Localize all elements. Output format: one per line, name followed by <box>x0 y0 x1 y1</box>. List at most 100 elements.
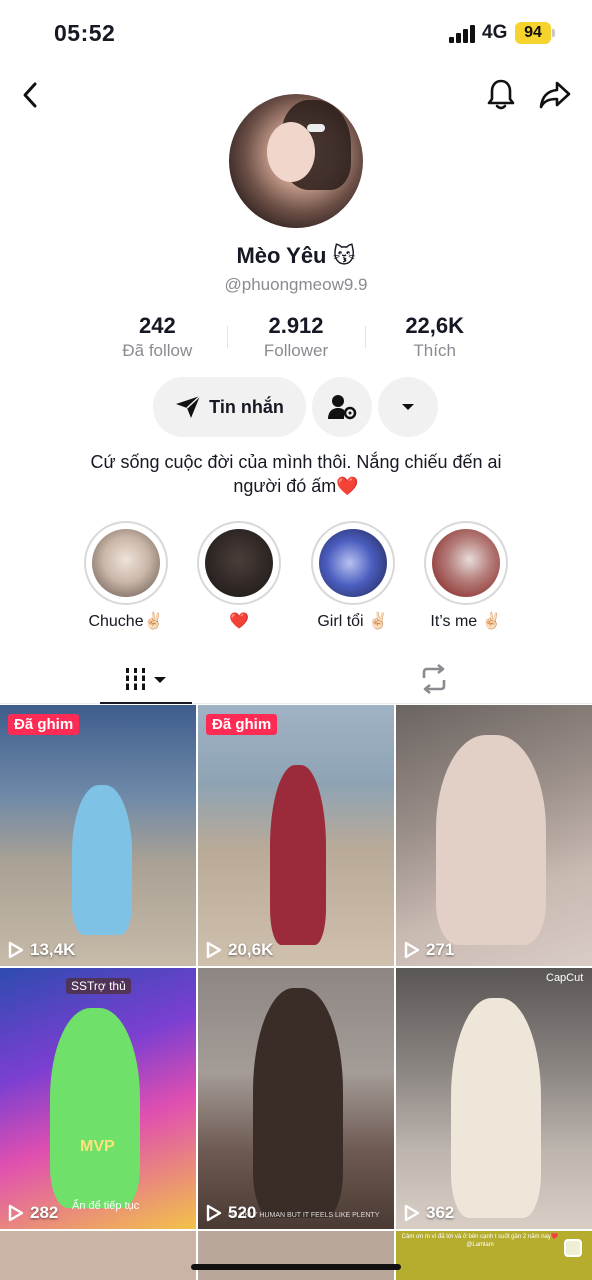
battery-tip <box>552 29 555 37</box>
bell-icon <box>487 79 515 110</box>
view-count: 20,6K <box>206 940 273 960</box>
view-count: 13,4K <box>8 940 75 960</box>
view-count-value: 271 <box>426 940 455 959</box>
battery-icon: 94 <box>515 22 551 44</box>
avatar-hairclip <box>307 124 325 132</box>
view-count-value: 20,6K <box>228 940 274 959</box>
repost-icon <box>422 664 446 694</box>
stat-followers[interactable]: 2.912 Follower <box>226 312 366 364</box>
user-settings-icon <box>328 395 357 420</box>
network-type: 4G <box>482 22 508 43</box>
send-icon <box>176 395 201 418</box>
multi-photo-icon <box>564 1239 582 1257</box>
view-count-value: 520 <box>228 1203 257 1222</box>
highlight-label: Girl tổi ✌🏻 <box>317 613 388 630</box>
status-time: 05:52 <box>54 20 116 46</box>
highlight-ring <box>197 521 282 605</box>
view-count: 282 <box>8 1203 58 1223</box>
highlight-cover <box>92 529 160 597</box>
grid-filter-icon <box>124 668 166 690</box>
message-button-label: Tin nhắn <box>209 396 284 417</box>
active-tab-indicator <box>100 702 192 704</box>
signal-icon <box>449 25 477 43</box>
chevron-left-icon <box>23 82 37 108</box>
play-outline-icon <box>206 1204 222 1222</box>
video-thumbnail[interactable]: I'M ONLY HUMAN BUT IT FEELS LIKE PLENTY … <box>198 968 394 1229</box>
avatar[interactable] <box>229 94 363 228</box>
view-count-value: 282 <box>30 1203 59 1222</box>
highlight-girl-toi[interactable]: Girl tổi ✌🏻 <box>303 521 403 633</box>
stat-value: 22,6K <box>405 313 465 338</box>
thumbnail-subject <box>270 765 326 945</box>
highlight-chuche[interactable]: Chuche✌🏻 <box>76 521 176 633</box>
overlay-mvp-text: MVP <box>80 1138 115 1155</box>
overlay-bottom-text: Ấn để tiếp tục <box>72 1200 140 1212</box>
highlight-cover <box>431 529 500 597</box>
highlight-label: ❤️ <box>229 613 250 630</box>
pinned-badge: Đã ghim <box>206 714 278 735</box>
caret-down-icon <box>402 404 414 410</box>
view-count-value: 13,4K <box>30 940 76 959</box>
pinned-badge: Đã ghim <box>8 714 80 735</box>
play-outline-icon <box>8 941 24 959</box>
username: @phuongmeow9.9 <box>224 275 368 294</box>
video-grid-partial-row: Cảm ơn m vì đã tới và ở bên cạnh t suốt … <box>0 1231 592 1280</box>
bio-line: người đó ấm❤️ <box>233 476 359 496</box>
more-options-button[interactable] <box>378 377 438 437</box>
status-bar: 05:52 4G 94 <box>0 0 592 66</box>
highlight-ring <box>84 521 168 605</box>
profile-stats: 242 Đã follow 2.912 Follower 22,6K Thích <box>88 312 504 364</box>
video-thumbnail[interactable]: Đã ghim 20,6K <box>198 705 394 966</box>
highlight-label: Chuche✌🏻 <box>88 613 164 630</box>
thumbnail-subject <box>50 1008 140 1208</box>
thumbnail-subject <box>253 988 343 1218</box>
thumbnail-subject <box>451 998 541 1218</box>
back-button[interactable] <box>14 78 46 112</box>
thumbnail-subject <box>436 735 546 945</box>
stat-label: Follower <box>263 341 329 360</box>
view-count: 271 <box>404 940 454 960</box>
video-thumbnail[interactable]: Đã ghim 13,4K <box>0 705 196 966</box>
notification-button[interactable] <box>484 76 518 114</box>
stat-value: 2.912 <box>268 313 324 338</box>
video-grid: Đã ghim 13,4K Đã ghim 20,6K 271 SSTrợ th… <box>0 705 592 1229</box>
view-count: 362 <box>404 1203 454 1223</box>
play-outline-icon <box>404 1204 420 1222</box>
share-button[interactable] <box>536 78 574 112</box>
highlight-its-me[interactable]: It’s me ✌🏻 <box>416 521 516 633</box>
profile-tabs <box>0 654 592 704</box>
message-button[interactable]: Tin nhắn <box>153 377 306 437</box>
video-thumbnail[interactable] <box>0 1231 196 1280</box>
tab-videos[interactable] <box>96 654 196 704</box>
highlight-ring <box>423 521 508 605</box>
story-highlights: Chuche✌🏻 ❤️ Girl tổi ✌🏻 It’s me ✌🏻 <box>76 521 516 633</box>
highlight-cover <box>205 529 274 597</box>
capcut-watermark: CapCut <box>546 972 584 984</box>
play-outline-icon <box>8 1204 24 1222</box>
video-caption: Cảm ơn m vì đã tới và ở bên cạnh t suốt … <box>401 1234 559 1248</box>
highlight-heart[interactable]: ❤️ <box>189 521 289 633</box>
stat-likes[interactable]: 22,6K Thích <box>365 312 504 364</box>
video-thumbnail[interactable] <box>198 1231 394 1280</box>
follow-settings-button[interactable] <box>312 377 372 437</box>
tab-reposts[interactable] <box>384 654 484 704</box>
stat-value: 242 <box>138 313 176 338</box>
display-name: Mèo Yêu 😽 <box>236 243 356 268</box>
highlight-cover <box>318 529 387 597</box>
video-thumbnail[interactable]: CapCut 362 <box>396 968 592 1229</box>
play-outline-icon <box>206 941 222 959</box>
video-thumbnail[interactable]: SSTrợ thủ MVP Ấn để tiếp tục 282 <box>0 968 196 1229</box>
stat-following[interactable]: 242 Đã follow <box>88 312 227 364</box>
bio-line: Cứ sống cuộc đời của mình thôi. Nắng chi… <box>90 452 502 472</box>
video-thumbnail[interactable]: 271 <box>396 705 592 966</box>
stat-label: Đã follow <box>122 341 193 360</box>
share-arrow-icon <box>539 81 571 109</box>
home-indicator <box>191 1264 401 1270</box>
stat-label: Thích <box>413 341 456 360</box>
overlay-top-text: SSTrợ thủ <box>66 978 131 994</box>
thumbnail-subject <box>72 785 132 935</box>
play-outline-icon <box>404 941 420 959</box>
view-count-value: 362 <box>426 1203 455 1222</box>
video-thumbnail[interactable]: Cảm ơn m vì đã tới và ở bên cạnh t suốt … <box>396 1231 592 1280</box>
highlight-label: It’s me ✌🏻 <box>430 613 502 630</box>
